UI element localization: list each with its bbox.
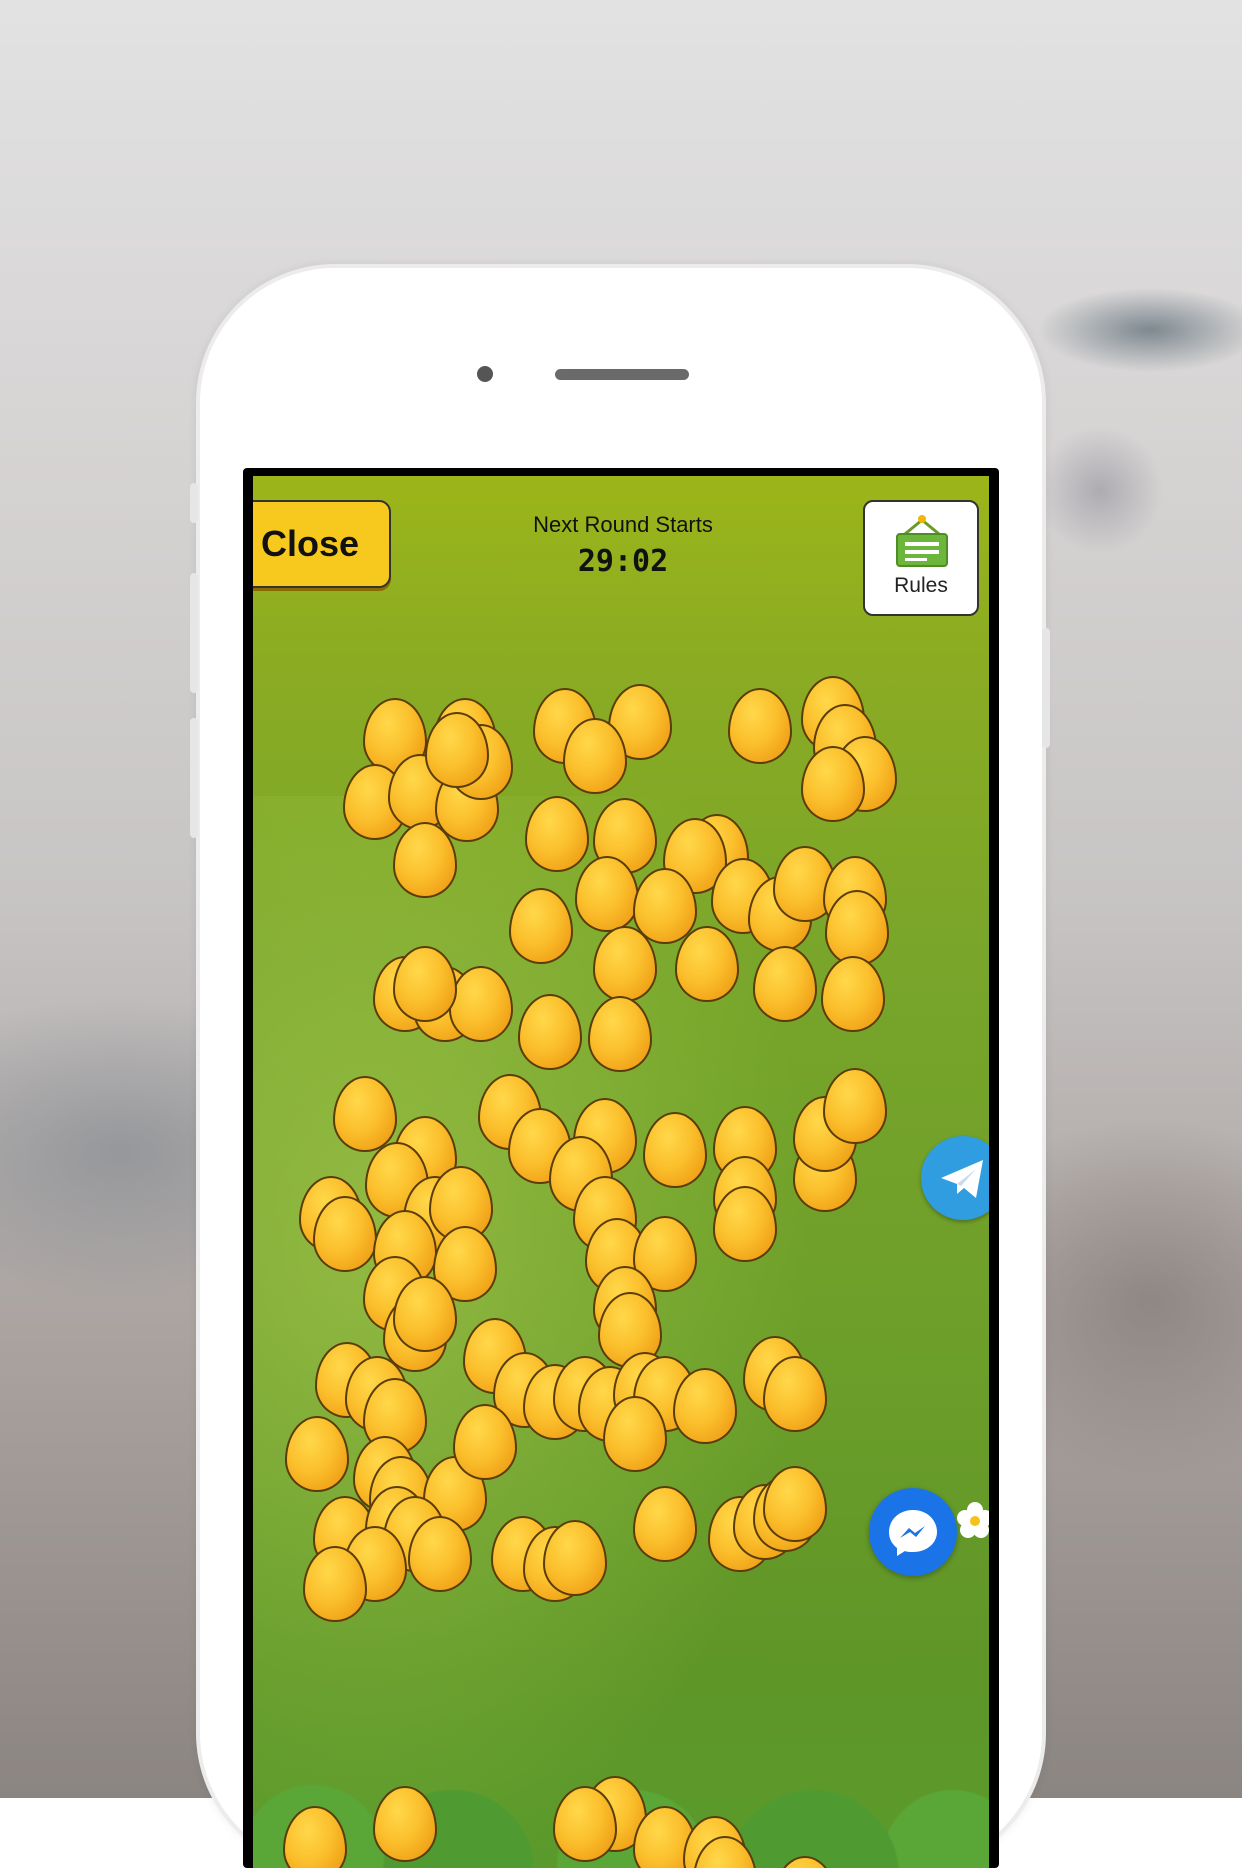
signboard-icon (896, 515, 948, 567)
phone-side-button (190, 718, 198, 838)
golden-egg[interactable] (525, 796, 589, 872)
next-round-label: Next Round Starts (533, 512, 713, 537)
golden-egg[interactable] (673, 1368, 737, 1444)
phone-mockup: Close Next Round Starts 29:02 Rules (190, 268, 1050, 1868)
golden-egg[interactable] (333, 1076, 397, 1152)
messenger-icon (889, 1510, 937, 1556)
golden-egg[interactable] (285, 1416, 349, 1492)
phone-side-button (1042, 628, 1050, 748)
golden-egg[interactable] (313, 1196, 377, 1272)
golden-egg[interactable] (773, 1856, 837, 1868)
golden-egg[interactable] (821, 956, 885, 1032)
flower-decoration (957, 1502, 989, 1538)
golden-egg[interactable] (753, 946, 817, 1022)
countdown-timer: 29:02 (577, 544, 669, 579)
golden-egg[interactable] (588, 996, 652, 1072)
golden-egg[interactable] (393, 946, 457, 1022)
golden-egg[interactable] (509, 888, 573, 964)
game-area: Close Next Round Starts 29:02 Rules (253, 476, 989, 1868)
golden-egg[interactable] (633, 1486, 697, 1562)
golden-egg[interactable] (675, 926, 739, 1002)
rules-button[interactable]: Rules (863, 500, 979, 616)
close-button[interactable]: Close (253, 500, 391, 588)
golden-egg[interactable] (643, 1112, 707, 1188)
golden-egg[interactable] (449, 966, 513, 1042)
golden-egg[interactable] (373, 1786, 437, 1862)
rules-label: Rules (894, 574, 948, 597)
golden-egg[interactable] (763, 1356, 827, 1432)
golden-egg[interactable] (763, 1466, 827, 1542)
egg-field (253, 476, 989, 1868)
golden-egg[interactable] (518, 994, 582, 1070)
telegram-button[interactable] (921, 1136, 989, 1220)
golden-egg[interactable] (283, 1806, 347, 1868)
phone-screen: Close Next Round Starts 29:02 Rules (243, 468, 999, 1868)
close-button-label: Close (261, 523, 360, 564)
telegram-icon (941, 1160, 983, 1198)
phone-speaker (555, 369, 689, 380)
phone-side-button (190, 573, 198, 693)
phone-camera (477, 366, 493, 382)
golden-egg[interactable] (728, 688, 792, 764)
messenger-button[interactable] (869, 1488, 957, 1576)
golden-egg[interactable] (543, 1520, 607, 1596)
phone-side-button (190, 483, 198, 523)
golden-egg[interactable] (823, 1068, 887, 1144)
